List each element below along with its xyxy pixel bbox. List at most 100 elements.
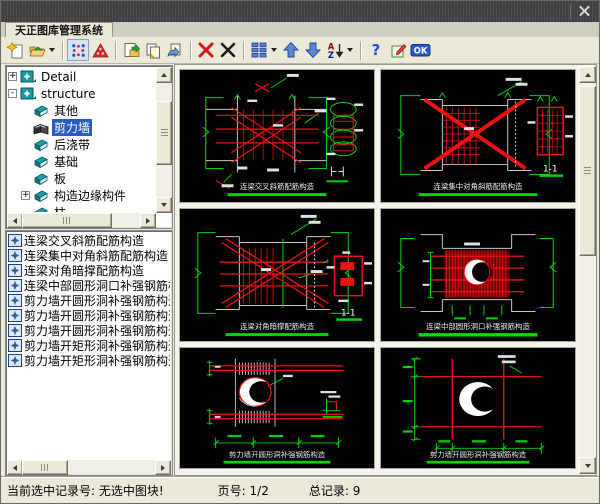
copy-block-icon[interactable] <box>142 39 164 61</box>
thumbnail-view-icon[interactable] <box>67 39 89 61</box>
thumbnail-lianliang-jiaocha[interactable]: 连梁交叉斜筋配筋构造 <box>179 69 375 203</box>
library-icon <box>20 70 36 84</box>
scroll-down-icon[interactable] <box>156 197 172 213</box>
list-item[interactable]: 连梁对角暗撑配筋构造 <box>8 263 170 278</box>
help-icon[interactable]: ? <box>365 39 387 61</box>
tree-item-qita[interactable]: 其他 <box>8 102 155 119</box>
list-item-label: 剪力墙开矩形洞补强钢筋构造 <box>24 338 170 353</box>
thumbnail-lianliang-yuanxingdongkou[interactable]: 连梁中部圆形洞口补强钢筋构造 <box>380 208 576 342</box>
import-block-icon[interactable] <box>120 39 142 61</box>
layout-dropdown-caret-icon[interactable] <box>271 48 277 52</box>
tree-horizontal-scrollbar[interactable] <box>7 213 156 227</box>
tree-hscrollbar-thumb[interactable] <box>22 213 112 228</box>
tree-item-ban[interactable]: 板 <box>8 170 155 187</box>
scroll-down-icon[interactable] <box>579 457 596 474</box>
svg-text:连梁对角暗撑配筋构造: 连梁对角暗撑配筋构造 <box>240 322 315 331</box>
ok-glyph: OK <box>410 41 431 59</box>
export-block-icon[interactable] <box>164 39 186 61</box>
canvas-vertical-scrollbar[interactable] <box>579 66 595 474</box>
svg-text:1-1: 1-1 <box>341 308 356 318</box>
list-item[interactable]: 剪力墙开矩形洞补强钢筋构造 <box>8 353 170 368</box>
block-icon <box>8 279 22 292</box>
list-item[interactable]: 剪力墙开矩形洞补强钢筋构造 <box>8 338 170 353</box>
svg-text:连梁交叉斜筋配筋构造: 连梁交叉斜筋配筋构造 <box>240 182 315 191</box>
toolbar-separator <box>115 41 116 60</box>
list-hscrollbar-thumb[interactable] <box>22 460 68 475</box>
book-icon <box>33 104 49 118</box>
tree-item-label: 板 <box>52 170 68 187</box>
list-item[interactable]: 连梁交叉斜筋配筋构造 <box>8 233 170 248</box>
tab-library-manager[interactable]: 天正图库管理系统 <box>5 22 113 38</box>
copy-block-glyph <box>144 41 163 60</box>
thumbnail-jianliqiang-yuanxingdong-1[interactable]: 剪力墙开圆形洞补强钢筋构造 <box>179 347 375 469</box>
expand-minus-icon[interactable]: - <box>8 89 17 98</box>
block-icon <box>8 324 22 337</box>
delete-black-x-icon[interactable] <box>217 39 239 61</box>
tree-scrollbar-thumb[interactable] <box>156 101 172 165</box>
sort-az-icon[interactable]: A Z <box>324 39 346 61</box>
scroll-up-icon[interactable] <box>156 67 172 83</box>
scroll-right-icon[interactable] <box>155 460 171 475</box>
expand-plus-icon[interactable]: + <box>8 72 17 81</box>
move-up-icon[interactable] <box>280 39 302 61</box>
tree-item-structure[interactable]: - structure <box>8 85 155 102</box>
layout-grid-glyph <box>250 41 268 59</box>
sort-dropdown-caret-icon[interactable] <box>347 48 353 52</box>
open-library-icon[interactable] <box>26 39 48 61</box>
delete-red-x-icon[interactable] <box>195 39 217 61</box>
tree-item-jianliqiang[interactable]: 剪力墙 <box>8 119 155 136</box>
tree-item-label: 后浇带 <box>52 136 92 153</box>
move-down-icon[interactable] <box>302 39 324 61</box>
tree-item-gouzaobianyuan[interactable]: + 构造边缘构件 <box>8 187 155 204</box>
import-block-glyph <box>122 41 141 60</box>
thumbnail-lianliang-jizhong[interactable]: 1-1 连梁集中对角斜筋配筋构造 <box>380 69 576 203</box>
list-item[interactable]: 剪力墙开圆形洞补强钢筋构造 <box>8 308 170 323</box>
move-down-glyph <box>304 41 322 59</box>
scroll-right-icon[interactable] <box>140 213 156 228</box>
thumbnail-lianliang-anchen[interactable]: 1-1 连梁对角暗撑配筋构造 <box>179 208 375 342</box>
new-library-glyph <box>6 41 25 60</box>
rename-icon[interactable] <box>387 39 409 61</box>
open-dropdown-caret-icon[interactable] <box>49 48 55 52</box>
list-item[interactable]: 连梁中部圆形洞口补强钢筋构造 <box>8 278 170 293</box>
cad-drawing: 剪力墙开圆形洞补强钢筋构造 <box>180 348 374 468</box>
status-total-records: 总记录: 9 <box>309 482 361 499</box>
close-icon[interactable] <box>574 4 594 19</box>
list-item[interactable]: 剪力墙开圆形洞补强钢筋构造 <box>8 323 170 338</box>
open-book-icon <box>33 121 49 135</box>
status-bar: 当前选中记录号: 无选中图块! 页号: 1/2 总记录: 9 <box>1 476 599 503</box>
tree-item-zhu[interactable]: 柱 <box>8 204 155 212</box>
cad-drawing: 1-1 连梁集中对角斜筋配筋构造 <box>381 70 575 202</box>
tree-item-detail[interactable]: + Detail <box>8 68 155 85</box>
list-horizontal-scrollbar[interactable] <box>7 460 171 474</box>
new-library-icon[interactable] <box>4 39 26 61</box>
tree-item-label: 构造边缘构件 <box>52 187 128 204</box>
ok-icon[interactable]: OK <box>409 39 431 61</box>
thumbnail-grid: 连梁交叉斜筋配筋构造 <box>179 69 579 471</box>
toolbar-separator <box>360 41 361 60</box>
delete-red-x-glyph <box>197 41 215 59</box>
list-item[interactable]: 连梁集中对角斜筋配筋构造 <box>8 248 170 263</box>
expand-plus-icon[interactable]: + <box>21 191 30 200</box>
tree-vertical-scrollbar[interactable] <box>156 67 171 213</box>
rename-glyph <box>389 41 408 60</box>
tree-item-jichu[interactable]: 基础 <box>8 153 155 170</box>
svg-text:OK: OK <box>413 47 427 57</box>
tree-item-houjiaodai[interactable]: 后浇带 <box>8 136 155 153</box>
thumbnail-jianliqiang-yuanxingdong-2[interactable]: 剪力墙开圆形洞补强钢筋构造 <box>380 347 576 469</box>
block-icon <box>8 309 22 322</box>
pyramid-view-icon[interactable] <box>89 39 111 61</box>
block-icon <box>8 294 22 307</box>
scroll-up-icon[interactable] <box>579 66 596 83</box>
block-list-panel: 连梁交叉斜筋配筋构造 连梁集中对角斜筋配筋构造 连梁对角暗撑配筋构造 <box>5 230 173 476</box>
tree-item-label: Detail <box>39 70 78 84</box>
layout-grid-icon[interactable] <box>248 39 270 61</box>
block-icon <box>8 234 22 247</box>
scroll-left-icon[interactable] <box>7 460 23 475</box>
delete-black-x-glyph <box>219 41 237 59</box>
list-item[interactable]: 剪力墙开圆形洞补强钢筋构造 <box>8 293 170 308</box>
canvas-scrollbar-thumb[interactable] <box>579 86 596 256</box>
scroll-left-icon[interactable] <box>7 213 23 228</box>
cad-drawing: 剪力墙开圆形洞补强钢筋构造 <box>381 348 575 468</box>
block-icon <box>8 249 22 262</box>
